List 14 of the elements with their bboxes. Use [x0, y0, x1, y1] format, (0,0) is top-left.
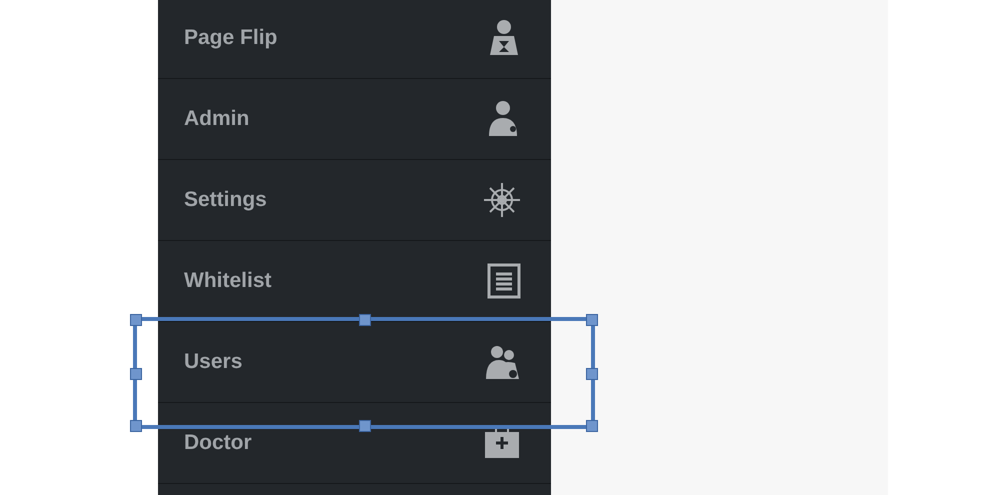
menu-item-label: Admin: [184, 106, 250, 132]
document-icon: [487, 263, 521, 299]
menu-item[interactable]: Admin: [158, 79, 551, 160]
medical-kit-icon: [483, 426, 521, 460]
reader-icon: [487, 19, 521, 57]
ship-wheel-icon: [483, 181, 521, 219]
menu-item-label: Page Flip: [184, 25, 278, 52]
menu-item-label: Users: [184, 349, 242, 376]
menu-item[interactable]: Page Flip: [158, 0, 551, 79]
menu-item[interactable]: Settings: [158, 160, 551, 241]
menu-item-label: Doctor: [184, 430, 252, 456]
menu-item-label: Settings: [184, 187, 267, 214]
menu-item-label: Whitelist: [184, 268, 272, 294]
users-icon: [485, 343, 521, 381]
